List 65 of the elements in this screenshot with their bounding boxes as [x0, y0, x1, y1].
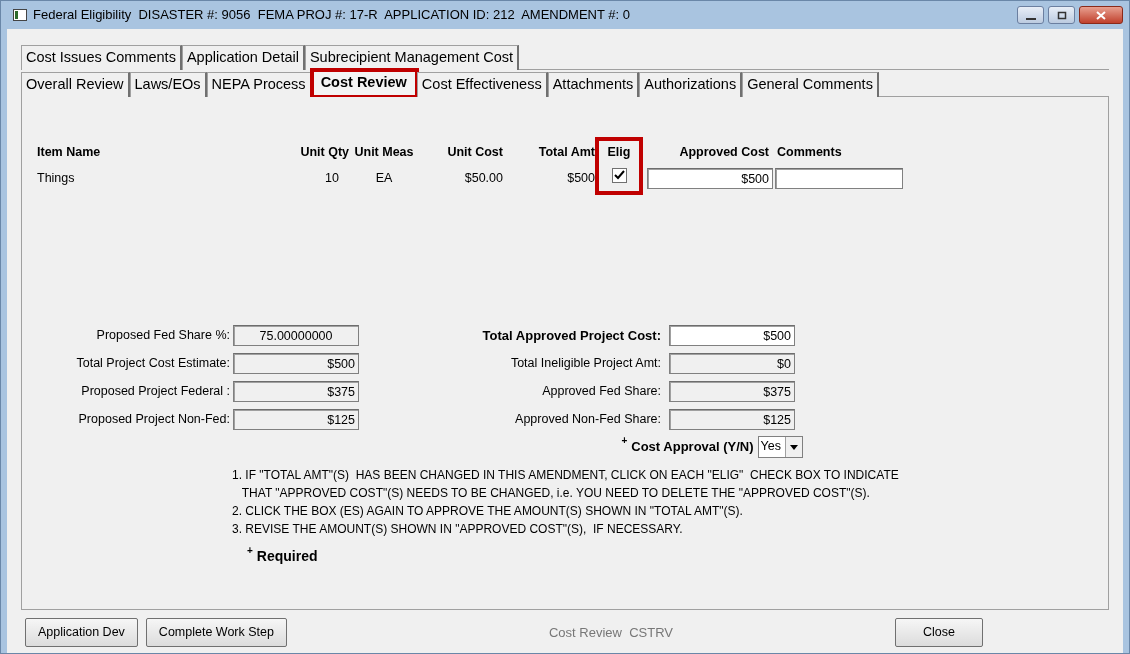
read-only-field: $125 [669, 408, 795, 430]
field-label: Approved Fed Share: [541, 382, 662, 400]
tab[interactable]: Cost Effectiveness [416, 72, 548, 97]
tab[interactable]: Cost Review [311, 70, 417, 97]
minimize-button[interactable] [1017, 6, 1044, 24]
instruction-text: 1. IF "TOTAL AMT"(S) HAS BEEN CHANGED IN THIS AMENDMENT, CLICK ON EACH "ELIG" CHECK BOX TO INDICATE [232, 466, 900, 484]
column-header: Elig [607, 144, 631, 161]
close-icon [1096, 10, 1106, 20]
tab[interactable]: Subrecipient Management Cost [304, 45, 520, 70]
approved-cost-field[interactable]: $500 [647, 167, 773, 189]
field-label: Total Project Cost Estimate: [75, 354, 231, 372]
instruction-text: THAT "APPROVED COST"(S) NEEDS TO BE CHANGED, i.e. YOU NEED TO DELETE THE "APPROVED COST"(S). [240, 484, 871, 502]
read-only-field: $375 [669, 380, 795, 402]
dropdown-arrow-icon [785, 436, 802, 457]
close-button[interactable]: Close [895, 618, 983, 647]
status-text: Cost Review CSTRV [547, 623, 674, 642]
field-label: Total Approved Project Cost: [481, 326, 662, 345]
footer-button[interactable]: Application Dev [25, 618, 138, 647]
field-label: Cost Approval (Y/N) [631, 438, 754, 456]
required-mark: + [247, 545, 253, 556]
tab[interactable]: General Comments [742, 72, 879, 97]
field-label: Proposed Project Federal : [80, 382, 231, 400]
tab[interactable]: Cost Issues Comments [21, 45, 182, 70]
table-cell-text: $50.00 [463, 169, 503, 187]
eligible-checkbox[interactable] [611, 167, 627, 183]
tab[interactable]: Authorizations [639, 72, 743, 97]
field-label: Proposed Fed Share %: [95, 326, 231, 344]
instruction-text: 3. REVISE THE AMOUNT(S) SHOWN IN "APPROVED COST"(S), IF NECESSARY. [232, 520, 684, 538]
footer-button[interactable]: Complete Work Step [145, 618, 287, 647]
tab[interactable]: NEPA Process [206, 72, 312, 97]
column-header: Unit Qty [299, 144, 350, 161]
table-cell-text: EA [374, 169, 394, 187]
table-cell-text: Things [37, 169, 76, 187]
column-header: Unit Meas [353, 144, 415, 161]
column-header: Approved Cost [678, 144, 770, 161]
required-mark: + [621, 435, 628, 446]
tab[interactable]: Application Detail [181, 45, 305, 70]
read-only-field: $500 [233, 352, 359, 374]
column-header: Unit Cost [446, 144, 503, 161]
tab[interactable]: Laws/EOs [129, 72, 207, 97]
maximize-button[interactable] [1048, 6, 1075, 24]
minimize-icon [1025, 18, 1036, 20]
tab[interactable]: Attachments [547, 72, 640, 97]
app-icon [13, 9, 27, 21]
field-label: Approved Non-Fed Share: [514, 410, 662, 428]
read-only-field: $375 [233, 380, 359, 402]
maximize-icon [1056, 10, 1067, 20]
table-cell-text: $500 [566, 169, 595, 187]
close-button[interactable] [1079, 6, 1123, 24]
instruction-text: 2. CLICK THE BOX (ES) AGAIN TO APPROVE THE AMOUNT(S) SHOWN IN "TOTAL AMT"(S). [232, 502, 744, 520]
column-header: Item Name [37, 144, 102, 161]
table-cell-text: 10 [324, 169, 340, 187]
field-label: Total Ineligible Project Amt: [509, 354, 662, 372]
input-field[interactable]: $500 [669, 324, 795, 346]
column-header: Comments [776, 144, 843, 161]
cost-approval-dropdown[interactable]: Yes [757, 435, 803, 458]
read-only-field: $0 [669, 352, 795, 374]
tab[interactable]: Overall Review [21, 72, 130, 97]
field-label: Proposed Project Non-Fed: [77, 410, 231, 428]
comments-field[interactable] [775, 167, 903, 189]
window-title: Federal Eligibility DISASTER #: 9056 FEMA PROJ #: 17-R APPLICATION ID: 212 AMENDMENT #: 0 [33, 6, 630, 25]
required-note: Required [256, 546, 318, 566]
read-only-field: $125 [233, 408, 359, 430]
column-header: Total Amt [537, 144, 595, 161]
read-only-field: 75.00000000 [233, 324, 359, 346]
